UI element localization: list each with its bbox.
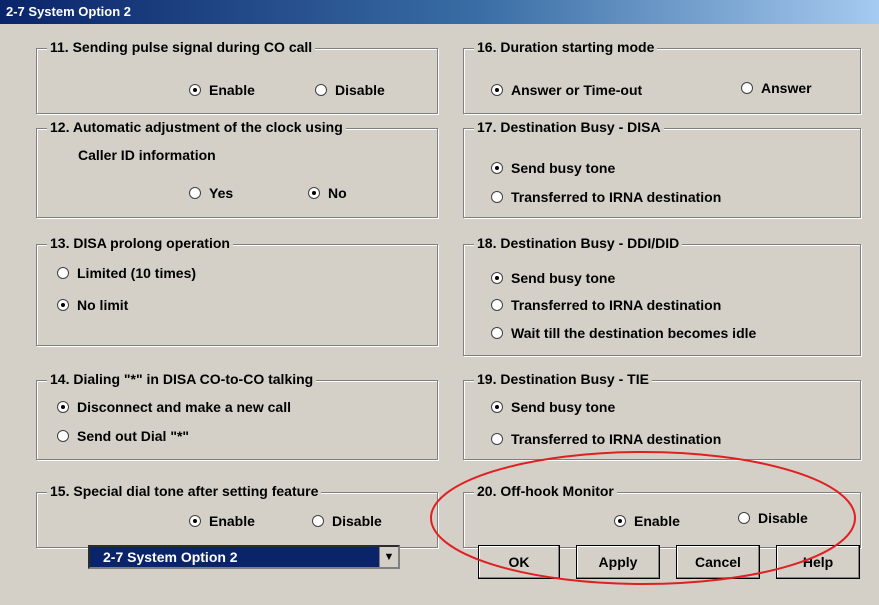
g16-answer-or-timeout-radio[interactable]: Answer or Time-out xyxy=(491,82,642,98)
g19-transferred-radio[interactable]: Transferred to IRNA destination xyxy=(491,431,721,447)
group-17-title: 17. Destination Busy - DISA xyxy=(474,119,664,135)
radio-icon xyxy=(57,430,69,442)
g18-transferred-radio[interactable]: Transferred to IRNA destination xyxy=(491,297,721,313)
g14-disconnect-radio[interactable]: Disconnect and make a new call xyxy=(57,399,291,415)
group-13-title: 13. DISA prolong operation xyxy=(47,235,233,251)
g13-no-limit-radio[interactable]: No limit xyxy=(57,297,128,313)
group-16: 16. Duration starting mode Answer or Tim… xyxy=(463,39,861,114)
radio-selected-icon xyxy=(57,299,69,311)
g12-yes-radio[interactable]: Yes xyxy=(189,185,233,201)
g20-enable-radio[interactable]: Enable xyxy=(614,513,680,529)
radio-icon xyxy=(312,515,324,527)
group-18-title: 18. Destination Busy - DDI/DID xyxy=(474,235,683,251)
group-13: 13. DISA prolong operation Limited (10 t… xyxy=(36,235,438,346)
radio-icon xyxy=(491,191,503,203)
chevron-down-icon[interactable]: ▼ xyxy=(379,547,398,567)
g17-send-busy-radio[interactable]: Send busy tone xyxy=(491,160,615,176)
g18-wait-idle-radio[interactable]: Wait till the destination becomes idle xyxy=(491,325,756,341)
group-20-title: 20. Off-hook Monitor xyxy=(474,483,617,499)
group-15-title: 15. Special dial tone after setting feat… xyxy=(47,483,322,499)
page-select-dropdown[interactable]: 2-7 System Option 2 ▼ xyxy=(88,545,400,569)
group-15: 15. Special dial tone after setting feat… xyxy=(36,483,438,548)
page-select-value: 2-7 System Option 2 xyxy=(103,549,238,565)
apply-button-label: Apply xyxy=(598,554,638,570)
group-11: 11. Sending pulse signal during CO call … xyxy=(36,39,438,114)
radio-icon xyxy=(57,267,69,279)
help-button-label: Help xyxy=(802,554,834,570)
group-20: 20. Off-hook Monitor Enable Disable xyxy=(463,483,861,548)
radio-selected-icon xyxy=(491,162,503,174)
radio-selected-icon xyxy=(189,515,201,527)
g19-send-busy-radio[interactable]: Send busy tone xyxy=(491,399,615,415)
radio-selected-icon xyxy=(57,401,69,413)
group-14-title: 14. Dialing "*" in DISA CO-to-CO talking xyxy=(47,371,317,387)
g20-disable-radio[interactable]: Disable xyxy=(738,510,808,526)
radio-selected-icon xyxy=(491,84,503,96)
group-12-title-line2: Caller ID information xyxy=(78,147,216,163)
radio-selected-icon xyxy=(491,401,503,413)
radio-selected-icon xyxy=(491,272,503,284)
ok-button[interactable]: OK xyxy=(478,545,560,579)
group-11-title: 11. Sending pulse signal during CO call xyxy=(47,39,316,55)
group-16-title: 16. Duration starting mode xyxy=(474,39,658,55)
radio-selected-icon xyxy=(308,187,320,199)
system-option-dialog: 2-7 System Option 2 11. Sending pulse si… xyxy=(0,0,879,605)
help-button[interactable]: Help xyxy=(776,545,860,579)
ok-button-label: OK xyxy=(508,554,530,570)
radio-icon xyxy=(491,299,503,311)
group-12: 12. Automatic adjustment of the clock us… xyxy=(36,119,438,218)
g17-transferred-radio[interactable]: Transferred to IRNA destination xyxy=(491,189,721,205)
g14-send-dial-radio[interactable]: Send out Dial "*" xyxy=(57,428,189,444)
window-title: 2-7 System Option 2 xyxy=(6,4,131,19)
g12-no-radio[interactable]: No xyxy=(308,185,347,201)
g11-enable-radio[interactable]: Enable xyxy=(189,82,255,98)
radio-icon xyxy=(741,82,753,94)
apply-button[interactable]: Apply xyxy=(576,545,660,579)
group-19-title: 19. Destination Busy - TIE xyxy=(474,371,652,387)
radio-icon xyxy=(315,84,327,96)
radio-icon xyxy=(491,433,503,445)
radio-selected-icon xyxy=(189,84,201,96)
g11-disable-radio[interactable]: Disable xyxy=(315,82,385,98)
g13-limited-radio[interactable]: Limited (10 times) xyxy=(57,265,196,281)
g18-send-busy-radio[interactable]: Send busy tone xyxy=(491,270,615,286)
radio-selected-icon xyxy=(614,515,626,527)
g16-answer-radio[interactable]: Answer xyxy=(741,80,812,96)
group-12-title: 12. Automatic adjustment of the clock us… xyxy=(47,119,346,135)
group-14: 14. Dialing "*" in DISA CO-to-CO talking… xyxy=(36,371,438,460)
group-17: 17. Destination Busy - DISA Send busy to… xyxy=(463,119,861,218)
title-bar[interactable]: 2-7 System Option 2 xyxy=(0,0,879,24)
group-19: 19. Destination Busy - TIE Send busy ton… xyxy=(463,371,861,460)
radio-icon xyxy=(491,327,503,339)
g15-enable-radio[interactable]: Enable xyxy=(189,513,255,529)
cancel-button[interactable]: Cancel xyxy=(676,545,760,579)
group-18: 18. Destination Busy - DDI/DID Send busy… xyxy=(463,235,861,356)
cancel-button-label: Cancel xyxy=(695,554,741,570)
radio-icon xyxy=(189,187,201,199)
radio-icon xyxy=(738,512,750,524)
g15-disable-radio[interactable]: Disable xyxy=(312,513,382,529)
